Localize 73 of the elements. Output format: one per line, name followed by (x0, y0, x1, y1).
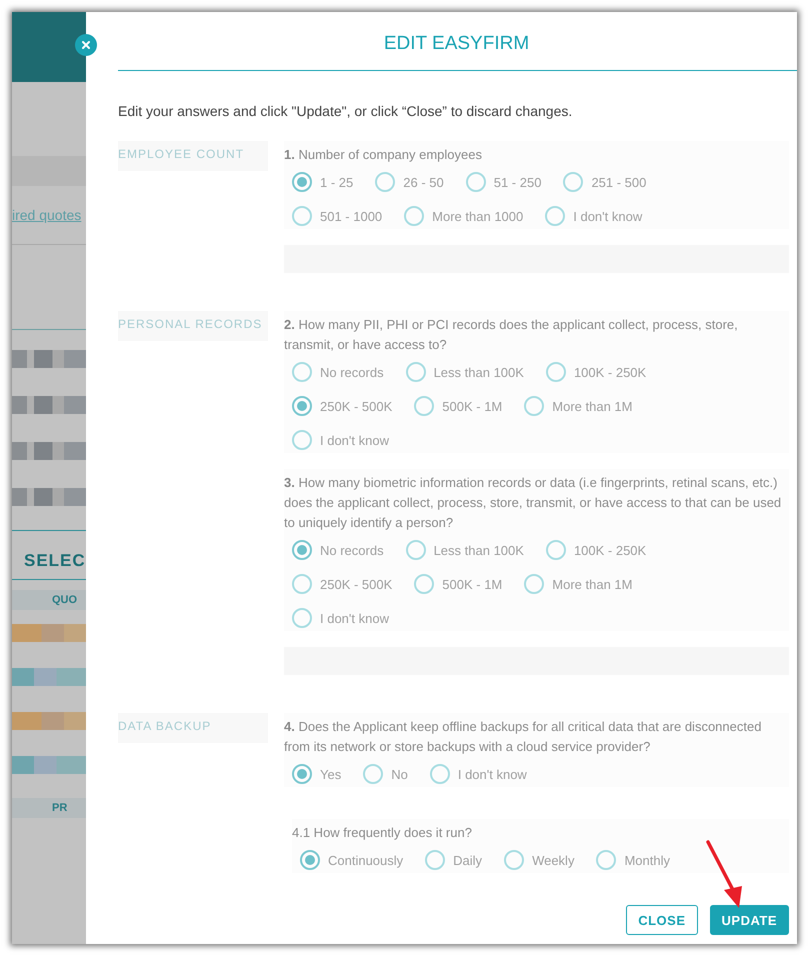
update-button[interactable]: UPDATE (710, 905, 789, 935)
quotes-link[interactable]: ired quotes (12, 207, 82, 223)
radio-option[interactable]: I don't know (422, 761, 541, 787)
radio-button[interactable] (292, 430, 312, 450)
radio-option[interactable]: 250K - 500K (284, 571, 406, 597)
radio-option[interactable]: No (355, 761, 422, 787)
radio-option[interactable]: Monthly (588, 847, 684, 873)
radio-option[interactable]: 501 - 1000 (284, 203, 396, 229)
radio-option[interactable]: I don't know (537, 203, 656, 229)
radio-button[interactable] (292, 540, 312, 560)
radio-button[interactable] (292, 172, 312, 192)
radio-button[interactable] (300, 850, 320, 870)
radio-button[interactable] (406, 362, 426, 382)
dialog-title: EDIT EASYFIRM (382, 32, 530, 56)
radio-button[interactable] (363, 764, 384, 784)
radio-option[interactable]: No records (284, 537, 398, 563)
radio-button[interactable] (292, 608, 312, 628)
question-text: 2. How many PII, PHI or PCI records does the applicant collect, process, store, transmit, or have access to? (284, 316, 739, 354)
radio-option[interactable]: Less than 100K (398, 359, 538, 385)
radio-option[interactable]: 1 - 25 (284, 169, 368, 195)
radio-button[interactable] (292, 206, 312, 226)
radio-button[interactable] (524, 396, 544, 416)
radio-option[interactable]: 500K - 1M (406, 393, 516, 419)
radio-button[interactable] (425, 850, 446, 870)
radio-button[interactable] (292, 764, 312, 784)
radio-button[interactable] (292, 396, 312, 416)
radio-option[interactable]: 100K - 250K (538, 537, 660, 563)
radio-button[interactable] (292, 362, 312, 382)
radio-option[interactable]: I don't know (284, 605, 403, 631)
radio-option[interactable]: I don't know (284, 427, 403, 453)
pointer-arrow (706, 840, 742, 908)
radio-button[interactable] (466, 172, 486, 192)
question-text: 4. Does the Applicant keep offline backups for all critical data that are disconnected from its network or store backups with a cloud service provider? (284, 718, 762, 756)
radio-option[interactable]: 26 - 50 (367, 169, 458, 195)
radio-option[interactable]: More than 1M (516, 571, 646, 597)
intro-text: Edit your answers and click "Update", or click “Close” to discard changes. (118, 103, 574, 119)
section-label: PERSONAL RECORDS (118, 311, 268, 341)
radio-button[interactable] (430, 764, 450, 784)
radio-button[interactable] (404, 206, 424, 226)
radio-option[interactable]: Daily (417, 847, 496, 873)
radio-button[interactable] (596, 850, 616, 870)
radio-button[interactable] (545, 206, 566, 226)
radio-option[interactable]: 100K - 250K (538, 359, 660, 385)
radio-button[interactable] (546, 540, 566, 560)
radio-option[interactable]: 51 - 250 (458, 169, 556, 195)
radio-option[interactable]: Less than 100K (398, 537, 538, 563)
radio-option[interactable]: More than 1M (516, 393, 646, 419)
section-label: DATA BACKUP (118, 713, 268, 743)
radio-button[interactable] (292, 574, 312, 594)
column-header: QUO (12, 590, 86, 610)
radio-button[interactable] (375, 172, 396, 192)
radio-button[interactable] (524, 574, 544, 594)
close-button[interactable]: CLOSE (626, 905, 698, 935)
radio-option[interactable]: Yes (284, 761, 356, 787)
column-header: PR (12, 798, 86, 818)
close-icon[interactable] (75, 34, 97, 56)
question-text: 1. Number of company employees (284, 146, 483, 164)
question-text: 4.1 How frequently does it run? (292, 824, 473, 842)
radio-button[interactable] (406, 540, 426, 560)
radio-option[interactable]: 250K - 500K (284, 393, 406, 419)
radio-option[interactable]: Continuously (292, 847, 418, 873)
radio-button[interactable] (504, 850, 524, 870)
radio-option[interactable]: 500K - 1M (406, 571, 516, 597)
question-text: 3. How many biometric information records or data (i.e fingerprints, retinal scans, etc.) does the applicant collect, process, store, transmit, or have access to that can be used to uniquely identify a person? (284, 474, 782, 532)
section-label: EMPLOYEE COUNT (118, 141, 268, 171)
radio-button[interactable] (414, 396, 434, 416)
radio-option[interactable]: Weekly (496, 847, 588, 873)
radio-button[interactable] (546, 362, 566, 382)
radio-button[interactable] (563, 172, 584, 192)
radio-button[interactable] (414, 574, 434, 594)
radio-option[interactable]: 251 - 500 (555, 169, 660, 195)
radio-option[interactable]: No records (284, 359, 398, 385)
radio-option[interactable]: More than 1000 (396, 203, 538, 229)
